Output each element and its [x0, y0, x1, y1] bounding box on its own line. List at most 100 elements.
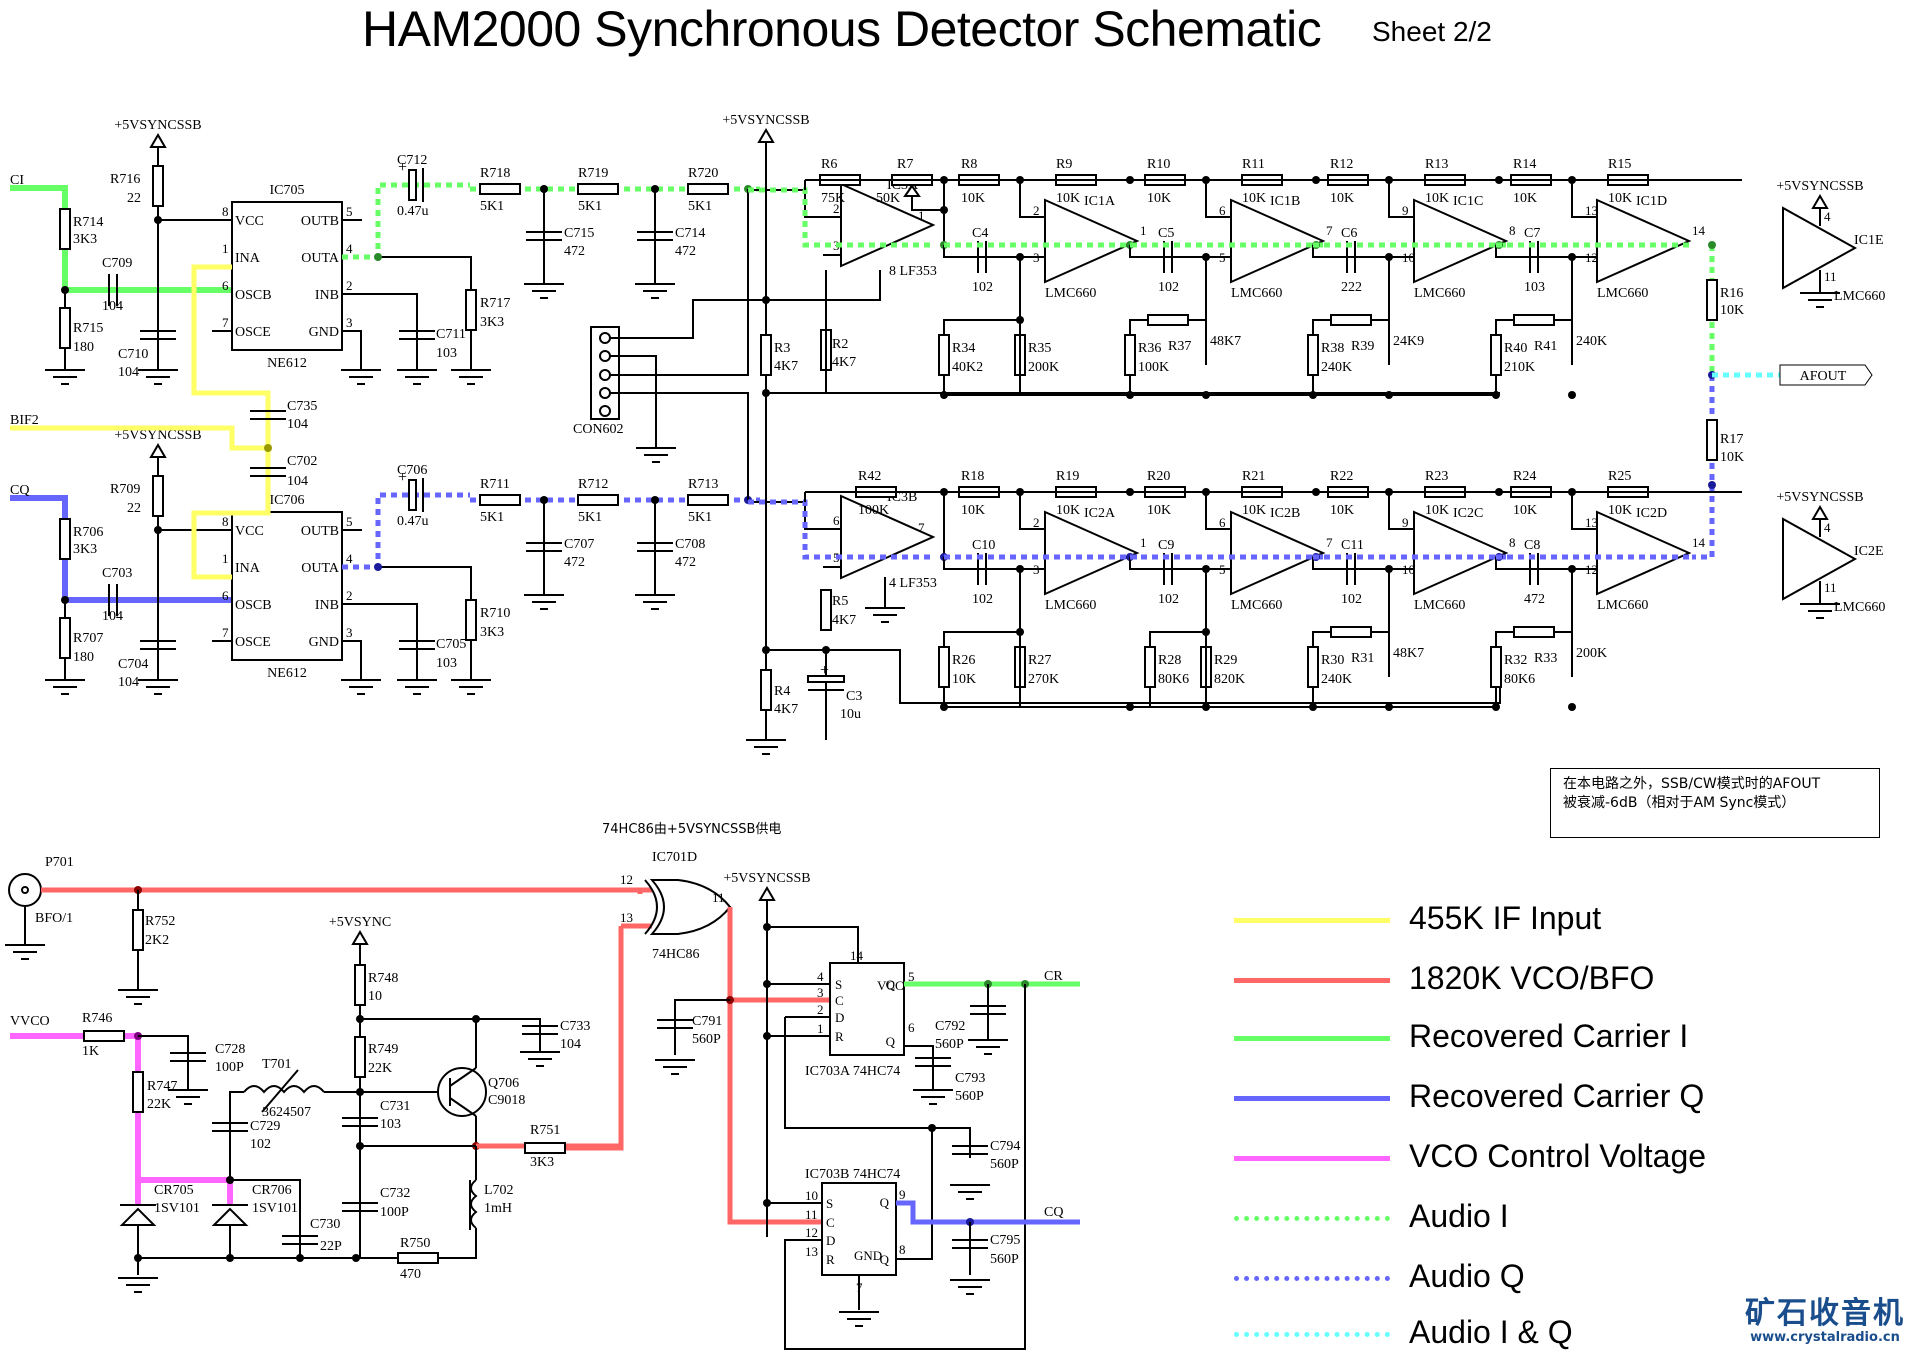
pin-name: C — [826, 1215, 835, 1230]
legend-label: 1820K VCO/BFO — [1409, 960, 1655, 996]
ref-label: R25 — [1608, 469, 1631, 484]
wire — [748, 501, 841, 530]
pin-number: 9 — [1402, 203, 1409, 218]
watermark-name: 矿石收音机 — [1745, 1296, 1905, 1331]
legend-swatch — [1234, 1332, 1390, 1337]
ref-label: R749 — [368, 1042, 398, 1057]
supply-arrow-icon — [757, 128, 775, 143]
ref-label: C728 — [215, 1042, 245, 1057]
ref-label: C792 — [935, 1019, 965, 1034]
ref-label: R720 — [688, 166, 718, 181]
pin-number: 2 — [1033, 203, 1040, 218]
pin-number: 1 — [1140, 535, 1147, 550]
pin-number: 7 — [222, 625, 229, 640]
ref-label: R712 — [578, 477, 608, 492]
pin-number: 11 — [805, 1207, 818, 1222]
ref-label: R21 — [1242, 469, 1265, 484]
pin-number: 7 — [918, 520, 925, 535]
net-label-CQ: CQ — [10, 483, 29, 498]
ic-ref: IC1D — [1636, 194, 1667, 209]
ref-label: C6 — [1341, 226, 1357, 241]
wire — [342, 330, 362, 370]
ic-ref: IC703B 74HC74 — [805, 1167, 900, 1182]
ref-label: C702 — [287, 454, 317, 469]
value-label: 102 — [250, 1137, 271, 1152]
resistor — [687, 494, 729, 506]
legend-item: Audio I & Q — [1234, 1314, 1834, 1354]
ref-label: R39 — [1351, 339, 1374, 354]
ref-label: L702 — [484, 1183, 514, 1198]
legend-item: Audio Q — [1234, 1258, 1834, 1298]
value-label: 3K3 — [530, 1155, 554, 1170]
value-label: 0.47u — [397, 514, 429, 529]
pin-name: OSCE — [235, 325, 271, 340]
connector-pin — [599, 332, 611, 344]
pin-name: Q — [880, 1195, 890, 1210]
value-label: 560P — [955, 1089, 984, 1104]
value-label: 472 — [564, 244, 585, 259]
ref-label: R31 — [1351, 651, 1374, 666]
ref-label: R13 — [1425, 157, 1448, 172]
pin-number: 1 — [1140, 223, 1147, 238]
ic-ref: IC706 — [270, 493, 305, 508]
pin-number: 9 — [1402, 515, 1409, 530]
pin-number: 8 — [1509, 223, 1516, 238]
xor-gate-IC701D — [649, 879, 732, 935]
ic-part: LMC660 — [1414, 286, 1465, 301]
supply-label: +5VSYNCSSB — [114, 118, 201, 133]
ref-label: C9 — [1158, 538, 1174, 553]
polarity-mark: + — [398, 469, 407, 486]
wire — [943, 319, 1020, 395]
value-label: 10K — [1242, 191, 1266, 206]
pin-name: S — [835, 977, 842, 992]
ref-label: R4 — [774, 684, 790, 699]
ref-label: R35 — [1028, 341, 1051, 356]
junction-dot — [352, 1254, 360, 1262]
pin-name: INB — [315, 598, 339, 613]
ic-ref: IC2C — [1453, 506, 1483, 521]
value-label: 1mH — [484, 1201, 512, 1216]
value-label: 10u — [840, 707, 861, 722]
opamp-IC2A — [1044, 510, 1140, 596]
value-label: 100K — [1138, 360, 1169, 375]
value-label: 5K1 — [578, 510, 602, 525]
ref-label: R17 — [1720, 432, 1743, 447]
value-label: 48K7 — [1393, 646, 1424, 661]
ref-label: C733 — [560, 1019, 590, 1034]
opamp-IC1B — [1230, 198, 1326, 284]
ref-label: R9 — [1056, 157, 1072, 172]
value-label: 4K7 — [774, 359, 798, 374]
value-label: 560P — [990, 1157, 1019, 1172]
pin-name: D — [826, 1233, 835, 1248]
ic-part: LMC660 — [1231, 286, 1282, 301]
ic-part: LMC660 — [1597, 598, 1648, 613]
legend-item: 1820K VCO/BFO — [1234, 960, 1834, 1000]
ref-label: R750 — [400, 1236, 430, 1251]
pin-name: INA — [235, 251, 261, 266]
ref-label: C731 — [380, 1099, 410, 1114]
pin-name: OSCB — [235, 598, 272, 613]
supply-arrow-icon — [351, 930, 369, 945]
legend-item: Recovered Carrier I — [1234, 1018, 1834, 1058]
ref-label: Q706 — [488, 1076, 519, 1091]
legend-label: VCO Control Voltage — [1409, 1138, 1707, 1174]
wire — [766, 270, 881, 301]
value-label: 104 — [118, 365, 139, 380]
supply-arrow-icon — [149, 133, 167, 148]
value-label: 100K — [858, 503, 889, 518]
pin-number: 14 — [850, 948, 864, 963]
resistor — [577, 494, 619, 506]
ref-label: CR705 — [154, 1183, 194, 1198]
resistor — [465, 599, 477, 641]
pin-name: OUTA — [301, 561, 340, 576]
electrolytic-capacitor — [408, 169, 417, 201]
legend-item: Audio I — [1234, 1198, 1834, 1238]
pin-number: 4 — [1824, 209, 1831, 224]
legend-item: VCO Control Voltage — [1234, 1138, 1834, 1178]
supply-note: 74HC86由+5VSYNCSSB供电 — [602, 822, 782, 837]
value-label: 104 — [287, 474, 308, 489]
net-label-afout: AFOUT — [1800, 369, 1847, 384]
ic-part: LMC660 — [1834, 600, 1885, 615]
pin-number: 2 — [1033, 515, 1040, 530]
resistor — [1706, 279, 1718, 321]
